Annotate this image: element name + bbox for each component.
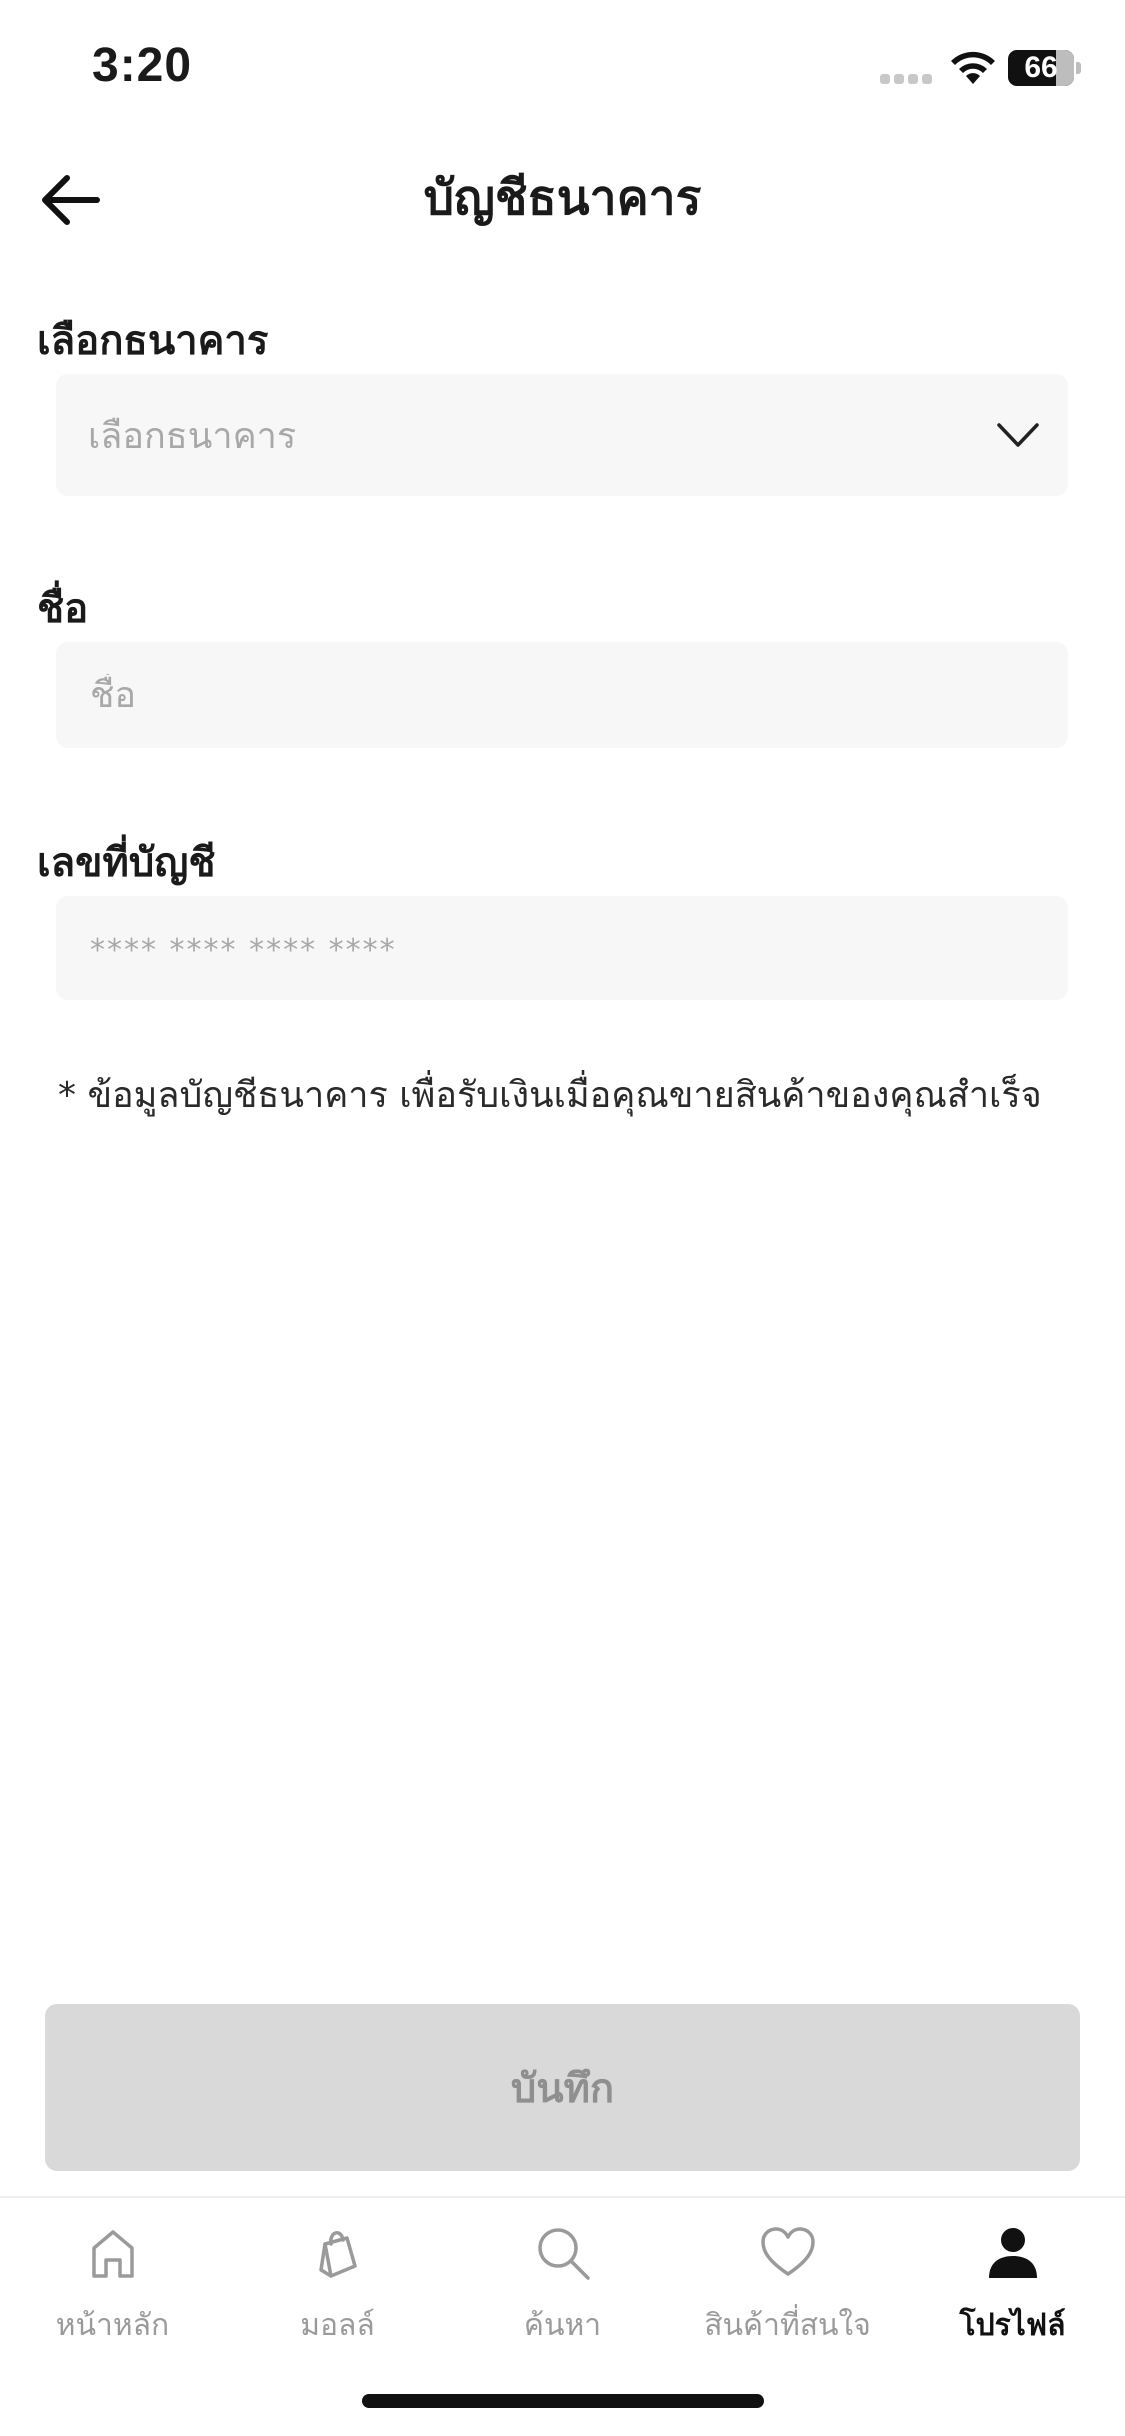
chevron-down-icon [997, 423, 1039, 447]
tab-home-label: หน้าหลัก [55, 2308, 170, 2343]
tab-search[interactable]: ค้นหา [450, 2210, 675, 2350]
bank-select-placeholder: เลือกธนาคาร [88, 415, 297, 457]
page-title: บัญชีธนาคาร [423, 170, 702, 226]
status-time: 3:20 [92, 39, 193, 92]
battery-level: 66 [1024, 51, 1058, 84]
home-icon [91, 2230, 134, 2278]
name-input[interactable] [88, 673, 1068, 717]
tab-mall-label: มอลล์ [300, 2308, 375, 2343]
tab-profile-label: โปรไฟล์ [959, 2308, 1066, 2343]
arrow-left-icon [42, 175, 100, 225]
profile-icon [988, 2228, 1037, 2278]
home-indicator [362, 2394, 764, 2408]
bank-label: เลือกธนาคาร [37, 318, 269, 364]
account-number-field-container [56, 896, 1068, 1000]
tab-home[interactable]: หน้าหลัก [0, 2210, 225, 2350]
name-label: ชื่อ [37, 586, 89, 632]
tab-mall[interactable]: มอลล์ [225, 2210, 450, 2350]
search-icon [537, 2228, 590, 2280]
tab-bar-divider [0, 2196, 1125, 2198]
account-number-label: เลขที่บัญชี [37, 840, 216, 886]
tab-profile[interactable]: โปรไฟล์ [900, 2210, 1125, 2350]
battery-tip [1076, 62, 1081, 74]
heart-icon [760, 2227, 815, 2276]
shopping-bag-icon [318, 2231, 357, 2278]
save-button[interactable]: บันทึก [45, 2004, 1080, 2171]
bank-select[interactable]: เลือกธนาคาร [56, 374, 1068, 496]
wifi-icon [951, 51, 995, 84]
cellular-signal-icon [880, 74, 934, 84]
account-number-input[interactable] [88, 926, 1068, 970]
battery-icon: 66 [1008, 50, 1074, 86]
tab-search-label: ค้นหา [523, 2308, 602, 2343]
back-button[interactable] [30, 160, 110, 240]
tab-wishlist[interactable]: สินค้าที่สนใจ [675, 2210, 900, 2350]
bank-info-note: * ข้อมูลบัญชีธนาคาร เพื่อรับเงินเมื่อคุณ… [58, 1075, 1042, 1116]
tab-wishlist-label: สินค้าที่สนใจ [704, 2308, 871, 2343]
name-field-container [56, 642, 1068, 748]
